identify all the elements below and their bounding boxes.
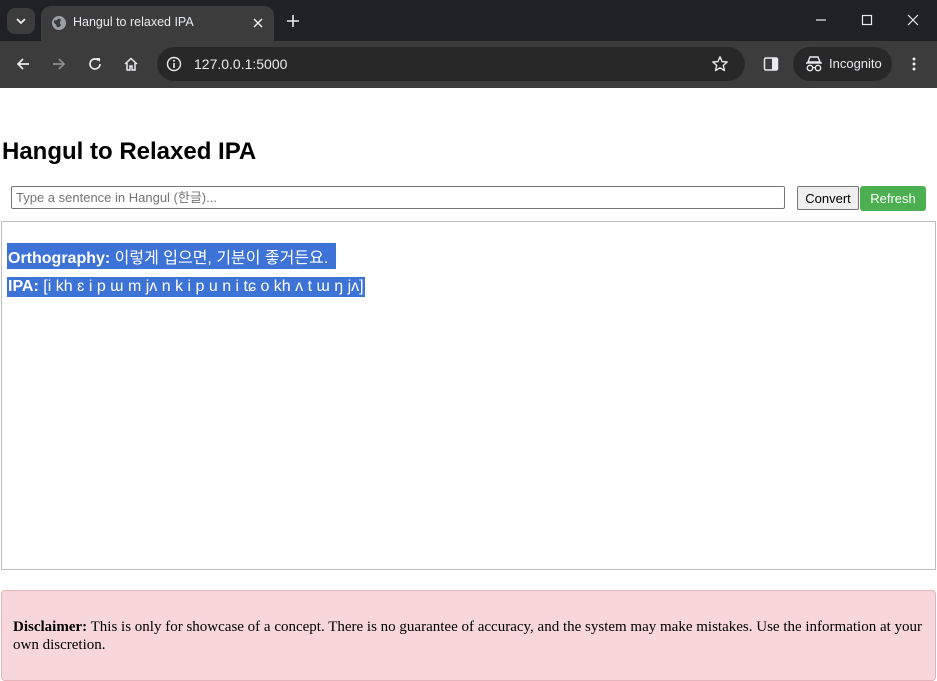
- close-icon: [907, 14, 919, 26]
- back-button[interactable]: [10, 51, 36, 77]
- forward-button[interactable]: [46, 51, 72, 77]
- disclaimer-text: This is only for showcase of a concept. …: [13, 619, 923, 653]
- tab-close-button[interactable]: [248, 13, 268, 33]
- maximize-icon: [861, 14, 873, 26]
- tab-search-button[interactable]: [7, 8, 35, 34]
- page-content: Hangul to Relaxed IPA Convert Refresh Or…: [0, 88, 937, 681]
- disclaimer-box: Disclaimer: This is only for showcase of…: [1, 590, 936, 681]
- plus-icon: [287, 15, 299, 27]
- refresh-button[interactable]: Refresh: [860, 186, 926, 211]
- orthography-label: Orthography:: [8, 250, 111, 267]
- globe-icon: [52, 16, 66, 30]
- url-text: 127.0.0.1:5000: [194, 56, 288, 72]
- tab-title: Hangul to relaxed IPA: [73, 15, 194, 29]
- side-panel-button[interactable]: [760, 53, 782, 75]
- site-info-button[interactable]: [165, 55, 183, 73]
- info-icon: [166, 56, 182, 72]
- window-close-button[interactable]: [891, 6, 935, 34]
- browser-toolbar: 127.0.0.1:5000 Incognito: [0, 41, 937, 88]
- browser-menu-button[interactable]: [903, 53, 925, 75]
- kebab-menu-icon: [912, 57, 916, 71]
- orthography-value: 이렇게 입으면, 기분이 좋거든요.: [114, 250, 329, 267]
- home-icon: [124, 57, 138, 71]
- orthography-line: Orthography: 이렇게 입으면, 기분이 좋거든요.: [7, 243, 337, 269]
- incognito-icon: [806, 56, 822, 72]
- chevron-down-icon: [16, 18, 26, 25]
- browser-titlebar: Hangul to relaxed IPA: [0, 0, 937, 41]
- address-bar[interactable]: 127.0.0.1:5000: [157, 47, 745, 81]
- bookmark-button[interactable]: [710, 54, 730, 74]
- disclaimer-label: Disclaimer:: [13, 619, 88, 635]
- page-title: Hangul to Relaxed IPA: [2, 138, 257, 165]
- arrow-left-icon: [16, 58, 29, 70]
- ipa-label: IPA:: [8, 278, 39, 295]
- browser-tab[interactable]: Hangul to relaxed IPA: [41, 6, 274, 41]
- minimize-button[interactable]: [799, 6, 843, 34]
- hangul-input[interactable]: [11, 186, 785, 209]
- convert-button[interactable]: Convert: [797, 186, 859, 210]
- reload-button[interactable]: [82, 51, 108, 77]
- ipa-value: [i kh ɛ i p ɯ m jʌ n k i p u n i tɕ o kh…: [43, 278, 364, 295]
- new-tab-button[interactable]: [282, 10, 304, 32]
- incognito-label: Incognito: [829, 56, 882, 71]
- star-icon: [712, 56, 728, 72]
- side-panel-icon: [763, 57, 779, 71]
- maximize-button[interactable]: [845, 6, 889, 34]
- ipa-line: IPA: [i kh ɛ i p ɯ m jʌ n k i p u n i tɕ…: [7, 277, 365, 297]
- reload-icon: [89, 58, 101, 70]
- minimize-icon: [816, 19, 826, 21]
- home-button[interactable]: [118, 51, 144, 77]
- result-panel: Orthography: 이렇게 입으면, 기분이 좋거든요. IPA: [i …: [1, 221, 936, 570]
- incognito-badge[interactable]: Incognito: [793, 47, 892, 81]
- close-icon: [253, 18, 263, 28]
- arrow-right-icon: [53, 58, 66, 70]
